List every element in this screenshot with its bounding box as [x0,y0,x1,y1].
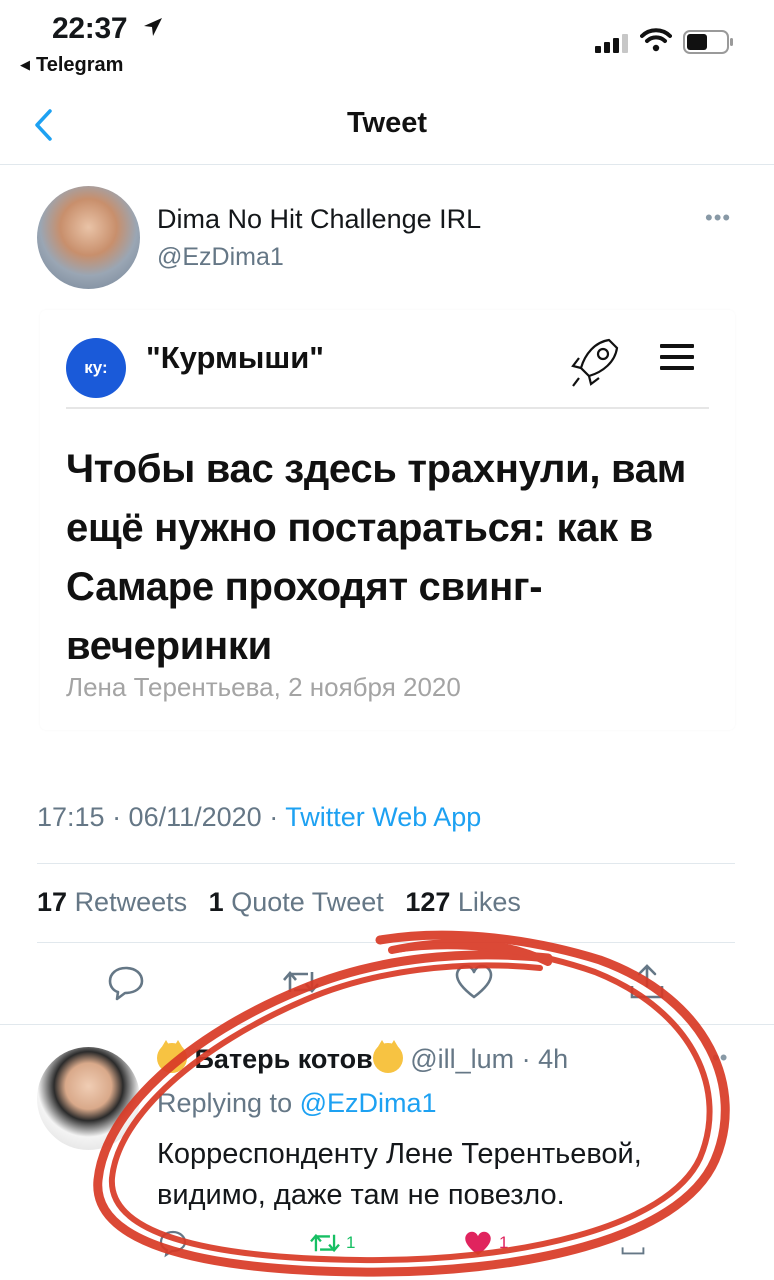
reply-like-count: 1 [499,1233,509,1252]
divider [0,1024,774,1025]
reply-handle-time[interactable]: @ill_lum · 4h [410,1044,568,1074]
replying-to-mention[interactable]: @EzDima1 [300,1088,437,1118]
reply-avatar[interactable] [37,1047,140,1150]
reply-retweet-count: 1 [346,1233,356,1252]
timestamp-text: 17:15 · 06/11/2020 · [37,802,286,832]
divider [37,942,735,943]
back-triangle-icon: ◀ [20,57,30,72]
signal-icon [595,34,628,53]
reply-retweet-button[interactable]: 1 [308,1228,355,1258]
reply-like-icon [465,1231,491,1255]
back-app-label: Telegram [36,54,124,76]
back-to-telegram[interactable]: ◀ Telegram [20,54,123,77]
reply-more-icon[interactable]: •• [712,1045,727,1071]
status-time: 22:37 [52,12,128,45]
author-avatar[interactable] [37,186,140,289]
cat-emoji-icon [157,1040,187,1073]
quotes-stat[interactable]: 1 Quote Tweet [209,887,384,917]
author-name[interactable]: Dima No Hit Challenge IRL [157,204,481,235]
card-divider [66,407,709,409]
author-handle[interactable]: @EzDima1 [157,243,284,272]
article-headline: Чтобы вас здесь трахнули, вам ещё нужно … [66,447,687,668]
more-options-icon[interactable]: ••• [705,205,731,231]
divider [37,863,735,864]
reply-header: Батерь котов @ill_lum · 4h [157,1040,568,1075]
replying-to-label: Replying to [157,1088,300,1118]
hamburger-menu-icon [660,344,694,372]
location-arrow-icon [144,18,162,36]
reply-text: Корреспонденту Лене Терентьевой, видимо,… [157,1138,642,1211]
tweet-timestamp: 17:15 · 06/11/2020 · Twitter Web App [37,802,481,833]
like-icon[interactable] [454,962,494,1002]
tweet-image[interactable]: ку: "Курмыши" Чтобы вас здесь трахнули, … [40,310,735,730]
wifi-icon [640,28,672,52]
battery-icon [683,30,733,54]
article-byline: Лена Терентьева, 2 ноября 2020 [66,672,461,702]
reply-reply-icon[interactable] [158,1228,188,1258]
site-logo-badge: ку: [66,338,126,398]
rocket-icon [571,338,619,387]
tweet-source-link[interactable]: Twitter Web App [285,802,481,832]
share-icon[interactable] [627,962,667,1002]
status-bar: 22:37 ◀ Telegram [0,0,774,85]
retweet-icon[interactable] [281,962,321,1002]
likes-stat[interactable]: 127 Likes [405,887,521,917]
retweets-stat[interactable]: 17 Retweets [37,887,187,917]
tweet-stats: 17 Retweets 1 Quote Tweet 127 Likes [37,887,521,918]
reply-like-button[interactable]: 1 [463,1228,508,1258]
reply-share-icon[interactable] [620,1228,646,1258]
cat-emoji-icon [372,1040,403,1073]
page-title: Tweet [346,107,428,139]
reply-author-name[interactable]: Батерь котов [195,1044,373,1074]
site-name: "Курмыши" [146,340,324,375]
reply-retweet-icon [310,1233,340,1253]
replying-to: Replying to @EzDima1 [157,1088,437,1119]
reply-icon[interactable] [106,962,146,1002]
nav-bar: Tweet [0,85,774,165]
